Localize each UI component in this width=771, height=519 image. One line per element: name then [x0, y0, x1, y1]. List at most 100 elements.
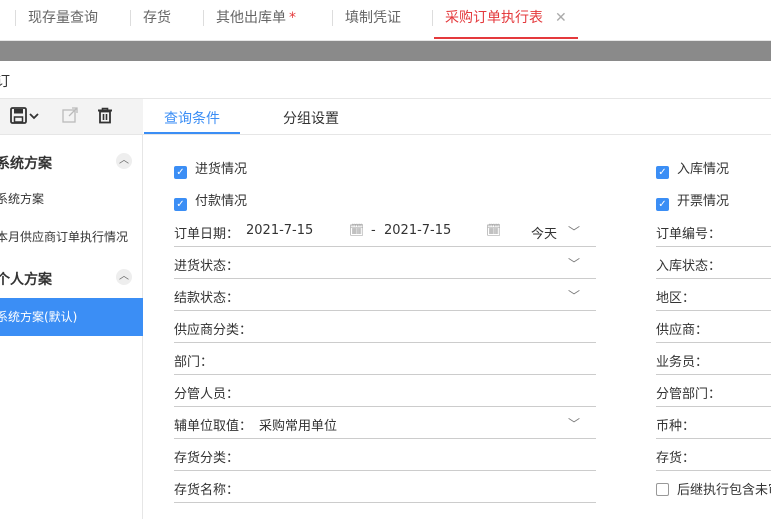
checkbox-label: 付款情况	[195, 194, 248, 209]
scheme-item-label: 本月供应商订单执行情况	[0, 230, 129, 244]
checkbox-checked-icon[interactable]: ✓	[656, 198, 669, 211]
field-inventory-category[interactable]: 存货分类：	[174, 439, 596, 471]
share-icon[interactable]	[62, 107, 78, 127]
date-to-input[interactable]: 2021-7-15	[384, 223, 451, 238]
checkbox-receipt-status[interactable]: ✓ 入库情况	[656, 158, 729, 179]
field-label: 部门：	[174, 355, 214, 370]
checkbox-label: 开票情况	[677, 194, 730, 209]
page-title-row: 订	[0, 61, 771, 99]
field-inventory-name[interactable]: 存货名称：	[174, 471, 596, 503]
date-from-input[interactable]: 2021-7-15	[246, 223, 313, 238]
tab-group-settings[interactable]: 分组设置	[283, 108, 339, 128]
checkbox-payment-status[interactable]: ✓ 付款情况	[174, 190, 247, 211]
tab-separator	[432, 10, 433, 26]
tab-separator	[203, 10, 204, 26]
checkbox-unchecked-icon[interactable]	[656, 483, 669, 496]
scheme-item[interactable]: 本月供应商订单执行情况	[0, 218, 143, 256]
group-label: 系统方案	[0, 156, 52, 172]
tab-label: 现存量查询	[28, 10, 98, 26]
checkbox-label: 后继执行包含未审	[677, 483, 771, 498]
checkbox-checked-icon[interactable]: ✓	[174, 166, 187, 179]
scheme-sidebar: 系统方案 ︿ 系统方案 本月供应商订单执行情况 个人方案 ︿ 系统方案(默认)	[0, 99, 143, 519]
checkbox-include-unaudited[interactable]: 后继执行包含未审	[656, 479, 771, 498]
field-purchase-status[interactable]: 进货状态： ﹀	[174, 247, 596, 279]
close-icon[interactable]: ✕	[555, 10, 567, 26]
field-settlement-status[interactable]: 结款状态： ﹀	[174, 279, 596, 311]
tab-purchase-order-execution[interactable]: 采购订单执行表 ✕	[432, 9, 578, 41]
field-label: 辅单位取值：	[174, 419, 253, 434]
active-tab-indicator	[434, 37, 578, 39]
field-currency[interactable]: 币种：	[656, 407, 771, 439]
chevron-up-icon[interactable]: ︿	[116, 269, 132, 285]
calendar-icon[interactable]: 🗓	[486, 223, 501, 237]
calendar-icon[interactable]: 🗓	[349, 223, 364, 237]
field-label: 存货分类：	[174, 451, 240, 466]
field-label: 存货：	[656, 451, 696, 466]
group-system-schemes[interactable]: 系统方案 ︿	[0, 144, 143, 180]
tab-label: 填制凭证	[345, 10, 401, 26]
checkbox-label: 入库情况	[677, 162, 730, 177]
field-region[interactable]: 地区：	[656, 279, 771, 311]
checkbox-invoice-status[interactable]: ✓ 开票情况	[656, 190, 729, 211]
checkbox-purchase-status[interactable]: ✓ 进货情况	[174, 158, 247, 179]
field-managing-department[interactable]: 分管部门：	[656, 375, 771, 407]
field-salesperson[interactable]: 业务员：	[656, 343, 771, 375]
chevron-down-icon[interactable]: ﹀	[568, 287, 580, 304]
field-label: 币种：	[656, 419, 696, 434]
chevron-up-icon[interactable]: ︿	[116, 153, 132, 169]
field-manager[interactable]: 分管人员：	[174, 375, 596, 407]
header-band	[0, 41, 771, 61]
order-date-range[interactable]: 订单日期： 2021-7-15 🗓 - 2021-7-15 🗓 今天 ﹀	[174, 215, 596, 247]
field-order-number[interactable]: 订单编号：	[656, 215, 771, 247]
page-title: 订	[0, 74, 10, 90]
scheme-item-label: 系统方案	[0, 192, 45, 206]
date-separator: -	[371, 223, 376, 238]
field-value: 采购常用单位	[259, 419, 338, 434]
tab-query-conditions[interactable]: 查询条件	[144, 108, 240, 134]
save-icon[interactable]	[10, 107, 40, 129]
scheme-item[interactable]: 系统方案	[0, 180, 143, 218]
field-label: 地区：	[656, 291, 696, 306]
field-label: 结款状态：	[174, 291, 240, 306]
tab-stock-query[interactable]: 现存量查询	[15, 9, 98, 41]
field-label: 进货状态：	[174, 259, 240, 274]
scheme-item-selected[interactable]: 系统方案(默认)	[0, 298, 143, 336]
unsaved-indicator: *	[289, 10, 296, 26]
tab-separator	[130, 10, 131, 26]
field-label: 订单日期：	[174, 227, 240, 242]
chevron-down-icon[interactable]: ﹀	[568, 415, 580, 432]
scheme-item-label: 系统方案(默认)	[0, 310, 78, 324]
field-inventory[interactable]: 存货：	[656, 439, 771, 471]
field-label: 供应商：	[656, 323, 709, 338]
tab-separator	[15, 10, 16, 26]
date-preset-select[interactable]: 今天	[531, 223, 557, 242]
field-label: 分管人员：	[174, 387, 240, 402]
field-supplier[interactable]: 供应商：	[656, 311, 771, 343]
field-supplier-category[interactable]: 供应商分类：	[174, 311, 596, 343]
active-tab-indicator	[144, 132, 240, 134]
tab-label: 其他出库单	[216, 10, 286, 26]
field-label: 入库状态：	[656, 259, 722, 274]
field-label: 分管部门：	[656, 387, 722, 402]
checkbox-checked-icon[interactable]: ✓	[174, 198, 187, 211]
field-receipt-status[interactable]: 入库状态：	[656, 247, 771, 279]
field-label: 供应商分类：	[174, 323, 253, 338]
tab-voucher-entry[interactable]: 填制凭证	[332, 9, 401, 41]
field-aux-unit[interactable]: 辅单位取值： 采购常用单位 ﹀	[174, 407, 596, 439]
tab-other-outbound[interactable]: 其他出库单 *	[203, 9, 296, 41]
tab-inventory[interactable]: 存货	[130, 9, 171, 41]
tab-separator	[332, 10, 333, 26]
document-tab-bar: 现存量查询 存货 其他出库单 * 填制凭证 采购订单执行表 ✕	[0, 0, 771, 41]
chevron-down-icon[interactable]: ﹀	[568, 255, 580, 272]
tab-label: 采购订单执行表	[445, 10, 543, 26]
query-tab-bar: 查询条件 分组设置	[143, 99, 771, 135]
checkbox-checked-icon[interactable]: ✓	[656, 166, 669, 179]
chevron-down-icon[interactable]: ﹀	[568, 223, 580, 240]
field-label: 存货名称：	[174, 483, 240, 498]
group-personal-schemes[interactable]: 个人方案 ︿	[0, 260, 143, 296]
field-label: 业务员：	[656, 355, 709, 370]
group-label: 个人方案	[0, 272, 52, 288]
checkbox-label: 进货情况	[195, 162, 248, 177]
field-department[interactable]: 部门：	[174, 343, 596, 375]
trash-icon[interactable]	[97, 107, 113, 128]
